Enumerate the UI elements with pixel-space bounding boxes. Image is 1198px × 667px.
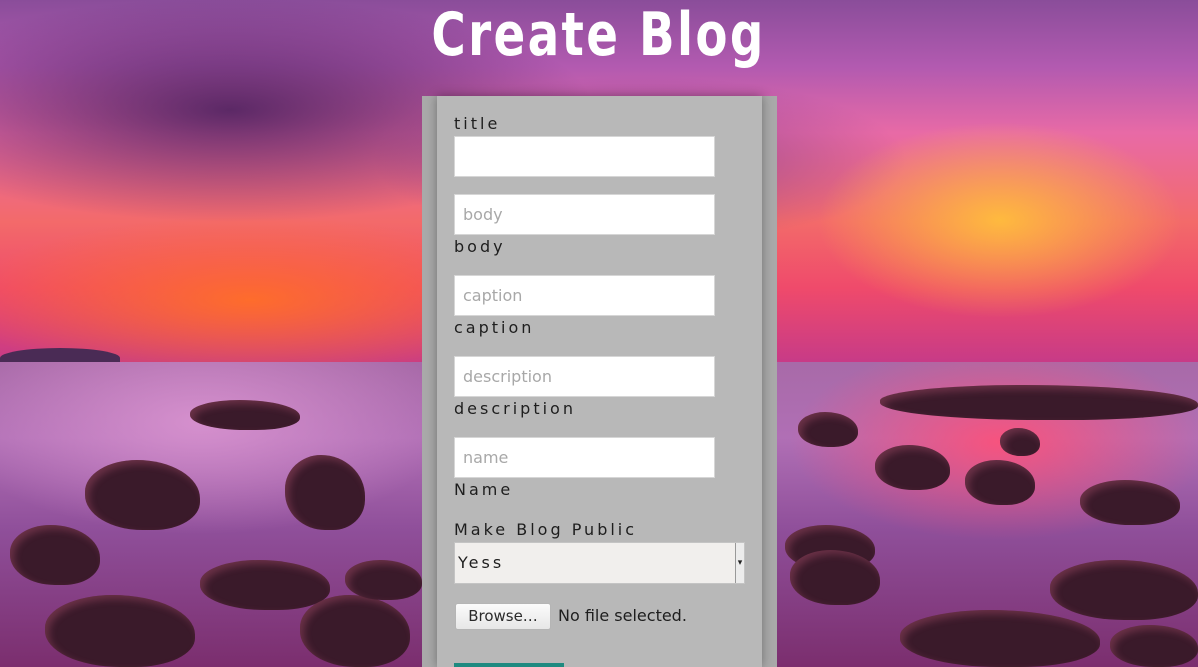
caption-label: caption (454, 318, 535, 337)
title-label: title (454, 114, 501, 133)
name-input[interactable] (454, 437, 715, 478)
body-input[interactable] (454, 194, 715, 235)
file-status-text: No file selected. (558, 606, 687, 625)
rock (1110, 625, 1198, 667)
rock (1000, 428, 1040, 456)
rock (345, 560, 422, 600)
make-public-selected-value: Yess (458, 553, 505, 572)
caption-input[interactable] (454, 275, 715, 316)
description-input[interactable] (454, 356, 715, 397)
body-label: body (454, 237, 506, 256)
rock (798, 412, 858, 447)
name-label: Name (454, 480, 514, 499)
browse-file-button[interactable]: Browse… (455, 603, 551, 630)
rock (880, 385, 1198, 420)
chevron-down-icon: ▾ (735, 543, 744, 583)
description-label: description (454, 399, 576, 418)
make-public-select[interactable]: Yess ▾ (454, 542, 745, 584)
make-public-label: Make Blog Public (454, 520, 638, 539)
page-title: Create Blog (431, 0, 766, 70)
rock (190, 400, 300, 430)
title-input[interactable] (454, 136, 715, 177)
submit-button[interactable] (454, 663, 564, 667)
